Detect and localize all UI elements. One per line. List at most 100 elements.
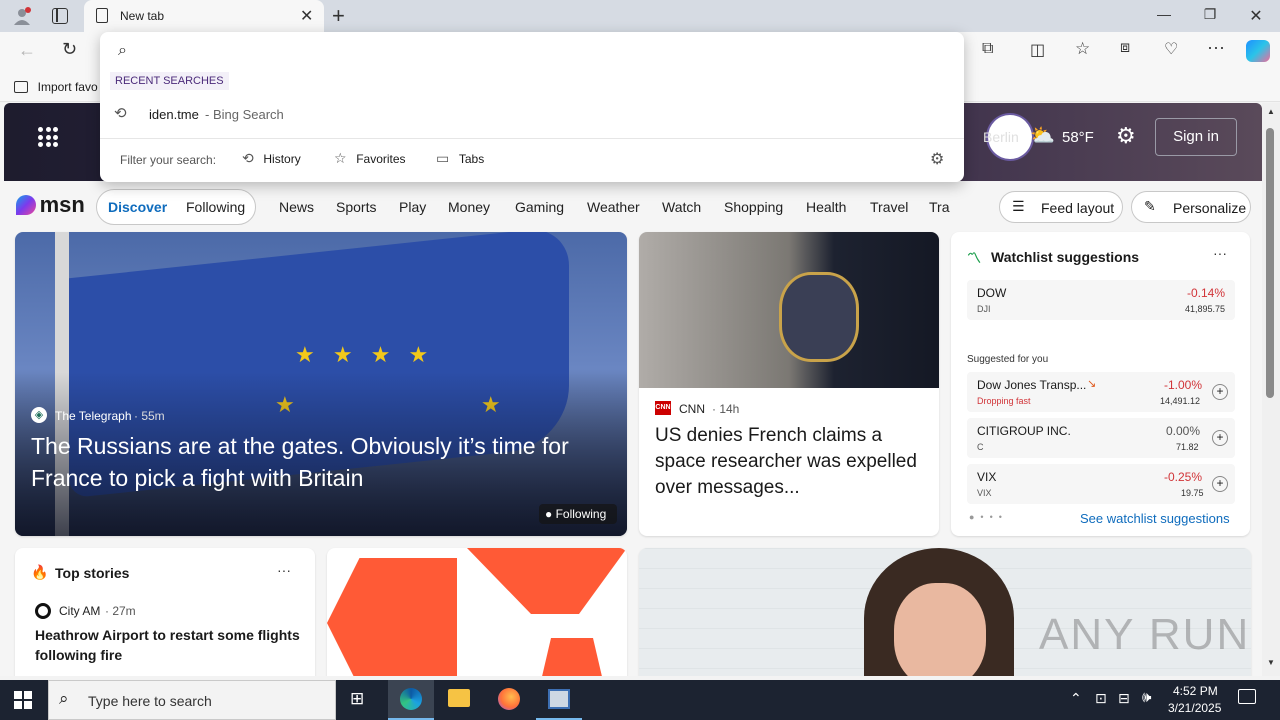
personalize-icon: ✎ [1144,198,1156,214]
close-window-icon[interactable]: ✕ [1246,6,1266,26]
personalize-button[interactable]: ✎ Personalize [1131,191,1251,223]
tabs-icon: ▭ [436,150,450,166]
nav-gaming[interactable]: Gaming [515,199,564,215]
taskbar-search-box[interactable]: ⌕ Type here to search [48,680,336,720]
star-icon: ★ ★ ★ ★ [295,342,435,367]
nav-news[interactable]: News [279,199,314,215]
filter-history-label: History [263,152,301,166]
task-view-icon[interactable]: ⊞ [350,689,364,709]
location-label[interactable]: Berlin [983,129,1019,145]
feed-layout-button[interactable]: ☰ Feed layout [999,191,1123,223]
notifications-icon[interactable] [1238,689,1256,704]
add-stock-icon[interactable]: + [1212,384,1228,400]
hero-source: The Telegraph [55,409,132,423]
nav-weather[interactable]: Weather [587,199,640,215]
feature-image-card[interactable]: ANY RUN [639,548,1251,676]
weather-icon: ⛅ [1030,125,1055,147]
windows-start-icon[interactable] [14,691,32,709]
refresh-icon[interactable]: ↻ [62,39,77,60]
import-favorites-label: Import favo [37,79,98,94]
tab-actions-icon[interactable] [52,8,68,24]
top-stories-title: Top stories [55,565,130,581]
volume-icon[interactable]: 🕪 [1142,689,1151,706]
stock-row-dow-transport[interactable]: Dow Jones Transp... ↘ Dropping fast -1.0… [967,372,1235,412]
more-options-icon[interactable]: ··· [277,562,291,578]
feed-layout-label: Feed layout [1041,200,1115,216]
stock-row-citigroup[interactable]: CITIGROUP INC. C 0.00% 71.82 + [967,418,1235,458]
split-screen-icon[interactable]: ◫ [1030,40,1045,60]
firefox-icon[interactable] [498,688,520,710]
orange-block-shape [537,638,607,676]
following-badge[interactable]: ● Following [539,504,617,524]
favorites-icon[interactable]: ☆ [1075,39,1090,59]
device-icon[interactable]: ⊡ [1095,690,1107,707]
import-favorites-button[interactable]: Import favo [14,78,98,96]
scroll-up-icon[interactable]: ▲ [1267,107,1275,116]
tab-new-tab[interactable]: New tab ✕ [84,0,324,32]
cnn-headline[interactable]: US denies French claims a space research… [655,423,925,501]
new-tab-icon[interactable]: + [332,3,345,29]
tab-following[interactable]: Following [186,199,245,215]
address-input[interactable] [144,38,944,64]
nav-health[interactable]: Health [806,199,846,215]
story-headline[interactable]: Heathrow Airport to restart some flights… [35,625,300,665]
nav-money[interactable]: Money [448,199,490,215]
stock-name: CITIGROUP INC. [977,424,1071,438]
collections-icon[interactable]: ⧈ [1120,39,1130,57]
app-taskbar-icon[interactable] [536,680,582,720]
edge-taskbar-icon[interactable] [388,680,434,720]
promo-image-card[interactable] [327,548,627,676]
profile-icon[interactable] [12,6,32,26]
minimize-icon[interactable]: — [1154,6,1174,26]
suggested-label: Suggested for you [967,354,1049,365]
filter-tabs-button[interactable]: ▭ Tabs [436,150,484,167]
nav-play[interactable]: Play [399,199,426,215]
sign-in-button[interactable]: Sign in [1155,118,1237,156]
tab-discover[interactable]: Discover [108,199,167,215]
file-explorer-icon[interactable] [448,689,470,707]
carousel-dots[interactable]: ●••• [969,512,1008,522]
performance-icon[interactable]: ♡ [1164,39,1178,59]
clock-date[interactable]: 3/21/2025 [1168,701,1221,715]
clock-time[interactable]: 4:52 PM [1173,684,1218,698]
copilot-icon[interactable] [1246,40,1270,62]
stock-name: VIX [977,470,997,484]
msn-logo-text: msn [39,192,85,217]
nav-travel[interactable]: Travel [870,199,908,215]
extensions-icon[interactable]: ⧉ [982,40,993,58]
stock-row-vix[interactable]: VIX VIX -0.25% 19.75 + [967,464,1235,504]
nav-truncated[interactable]: Tra [929,199,951,215]
more-options-icon[interactable]: ··· [1213,245,1227,261]
back-icon[interactable]: ← [18,40,36,61]
network-icon[interactable]: ⊟ [1118,690,1130,707]
scroll-down-icon[interactable]: ▼ [1267,658,1275,667]
cnn-card[interactable]: CNN CNN · 14h US denies French claims a … [639,232,939,536]
show-hidden-icons-icon[interactable]: ⌃ [1070,690,1082,707]
nav-shopping[interactable]: Shopping [724,199,783,215]
temperature-label[interactable]: 58°F [1062,129,1094,146]
restore-icon[interactable]: ❐ [1200,6,1220,26]
nav-sports[interactable]: Sports [336,199,376,215]
filter-favorites-button[interactable]: ☆ Favorites [334,150,406,167]
cbp-patch-image [779,272,859,362]
msn-logo[interactable]: msn [16,192,85,218]
see-watchlist-link[interactable]: See watchlist suggestions [1080,511,1230,526]
filter-history-button[interactable]: ⟲ History [242,150,301,167]
apps-grid-icon[interactable] [38,127,58,147]
hero-headline[interactable]: The Russians are at the gates. Obviously… [31,430,611,494]
orange-chevron-shape [467,548,627,614]
search-settings-icon[interactable]: ⚙ [930,149,944,169]
add-stock-icon[interactable]: + [1212,430,1228,446]
scroll-thumb[interactable] [1266,128,1274,398]
settings-icon[interactable]: ⚙ [1116,123,1136,149]
filter-label: Filter your search: [120,153,217,167]
close-tab-icon[interactable]: ✕ [300,6,313,26]
more-icon[interactable]: ··· [1207,37,1225,58]
nav-watch[interactable]: Watch [662,199,701,215]
hero-card[interactable]: ★ ★ ★ ★ ★ ★ ◈ The Telegraph · 55m The Ru… [15,232,627,536]
cnn-time: · 14h [712,402,740,416]
recent-search-item[interactable]: ⟲ iden.tme - Bing Search [114,104,954,126]
stock-row-dow[interactable]: DOW DJI -0.14% 41,895.75 [967,280,1235,320]
add-stock-icon[interactable]: + [1212,476,1228,492]
msn-page: Berlin ⛅ 58°F ⚙ Sign in msn Discover Fol… [0,103,1262,676]
